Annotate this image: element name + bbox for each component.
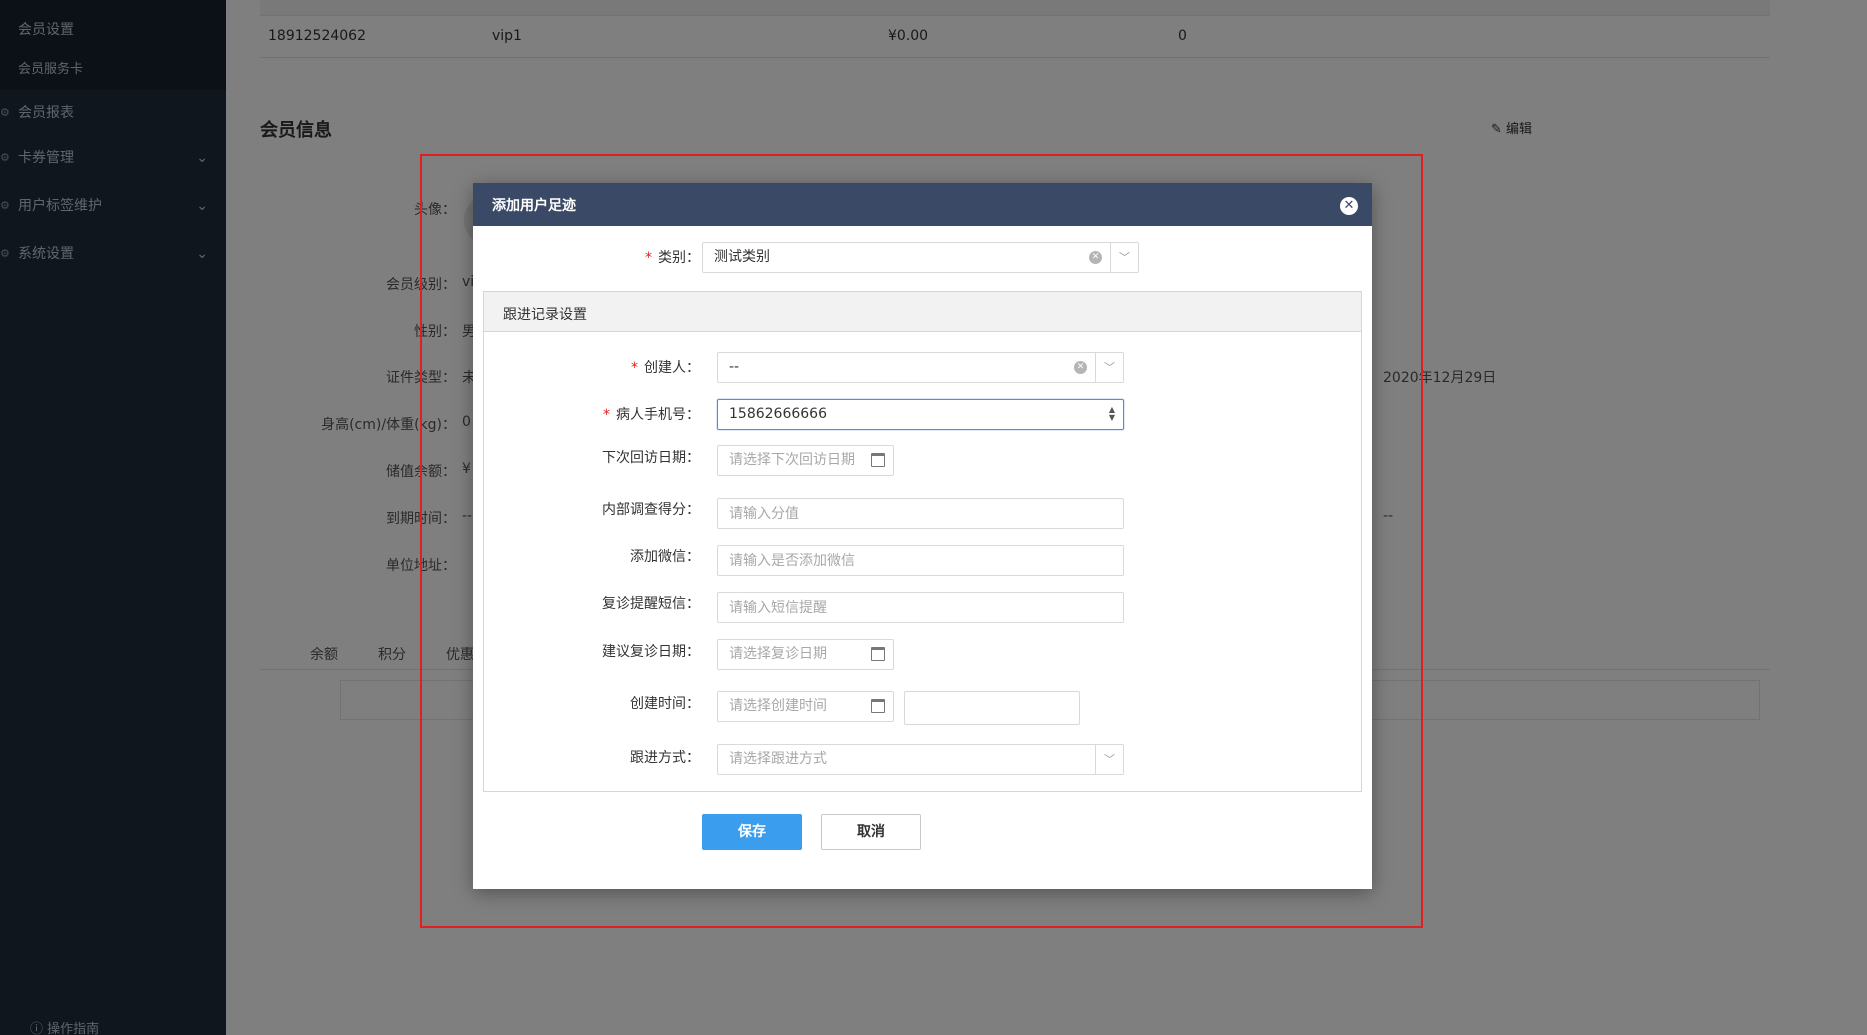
- chevron-down-icon[interactable]: ﹀: [1095, 353, 1123, 382]
- creator-select[interactable]: -- ✕ ﹀: [717, 352, 1124, 383]
- wechat-label: 添加微信：: [630, 549, 700, 565]
- phone-label: * 病人手机号：: [603, 407, 700, 423]
- creator-value: --: [729, 359, 740, 375]
- suggest-date-placeholder: 请选择复诊日期: [729, 646, 827, 662]
- follow-method-placeholder: 请选择跟进方式: [729, 751, 827, 767]
- clear-icon[interactable]: ✕: [1089, 251, 1102, 264]
- create-time-placeholder: 请选择创建时间: [729, 698, 827, 714]
- phone-input[interactable]: 15862666666 ▲ ▼: [717, 399, 1124, 430]
- create-time-label: 创建时间：: [630, 696, 700, 712]
- next-visit-label: 下次回访日期：: [602, 450, 700, 466]
- suggest-date-input[interactable]: 请选择复诊日期: [717, 639, 894, 670]
- next-visit-placeholder: 请选择下次回访日期: [729, 452, 855, 468]
- create-time-input[interactable]: [904, 691, 1080, 725]
- calendar-icon[interactable]: [871, 453, 885, 467]
- dialog-title: 添加用户足迹: [492, 198, 576, 214]
- create-date-input[interactable]: 请选择创建时间: [717, 691, 894, 722]
- phone-value: 15862666666: [729, 406, 827, 422]
- next-visit-date-input[interactable]: 请选择下次回访日期: [717, 445, 894, 476]
- number-stepper-icon[interactable]: ▲ ▼: [1109, 406, 1115, 422]
- clear-icon[interactable]: ✕: [1074, 361, 1087, 374]
- cancel-button[interactable]: 取消: [821, 814, 921, 850]
- survey-score-input[interactable]: [717, 498, 1124, 529]
- calendar-icon[interactable]: [871, 699, 885, 713]
- sms-label: 复诊提醒短信：: [602, 596, 700, 612]
- required-asterisk: *: [603, 407, 610, 423]
- category-label: * 类别：: [645, 250, 700, 266]
- category-value: 测试类别: [714, 249, 770, 265]
- chevron-down-icon[interactable]: ﹀: [1110, 243, 1138, 272]
- follow-method-select[interactable]: 请选择跟进方式 ﹀: [717, 744, 1124, 775]
- close-icon[interactable]: ✕: [1340, 197, 1358, 215]
- panel-header: 跟进记录设置: [484, 292, 1361, 332]
- required-asterisk: *: [645, 250, 652, 266]
- chevron-down-icon[interactable]: ﹀: [1095, 745, 1123, 774]
- survey-score-label: 内部调查得分：: [602, 502, 700, 518]
- suggest-date-label: 建议复诊日期：: [602, 644, 700, 660]
- panel-title: 跟进记录设置: [503, 307, 587, 323]
- calendar-icon[interactable]: [871, 647, 885, 661]
- creator-label: * 创建人：: [631, 360, 700, 376]
- sms-input[interactable]: [717, 592, 1124, 623]
- follow-method-label: 跟进方式：: [630, 750, 700, 766]
- category-select[interactable]: 测试类别 ✕ ﹀: [702, 242, 1139, 273]
- required-asterisk: *: [631, 360, 638, 376]
- add-footprint-dialog: 添加用户足迹 ✕ * 类别： 测试类别 ✕ ﹀ 跟进记录设置 * 创建人： -- ✕…: [473, 183, 1372, 889]
- wechat-input[interactable]: [717, 545, 1124, 576]
- dialog-header: 添加用户足迹 ✕: [473, 183, 1372, 226]
- save-button[interactable]: 保存: [702, 814, 802, 850]
